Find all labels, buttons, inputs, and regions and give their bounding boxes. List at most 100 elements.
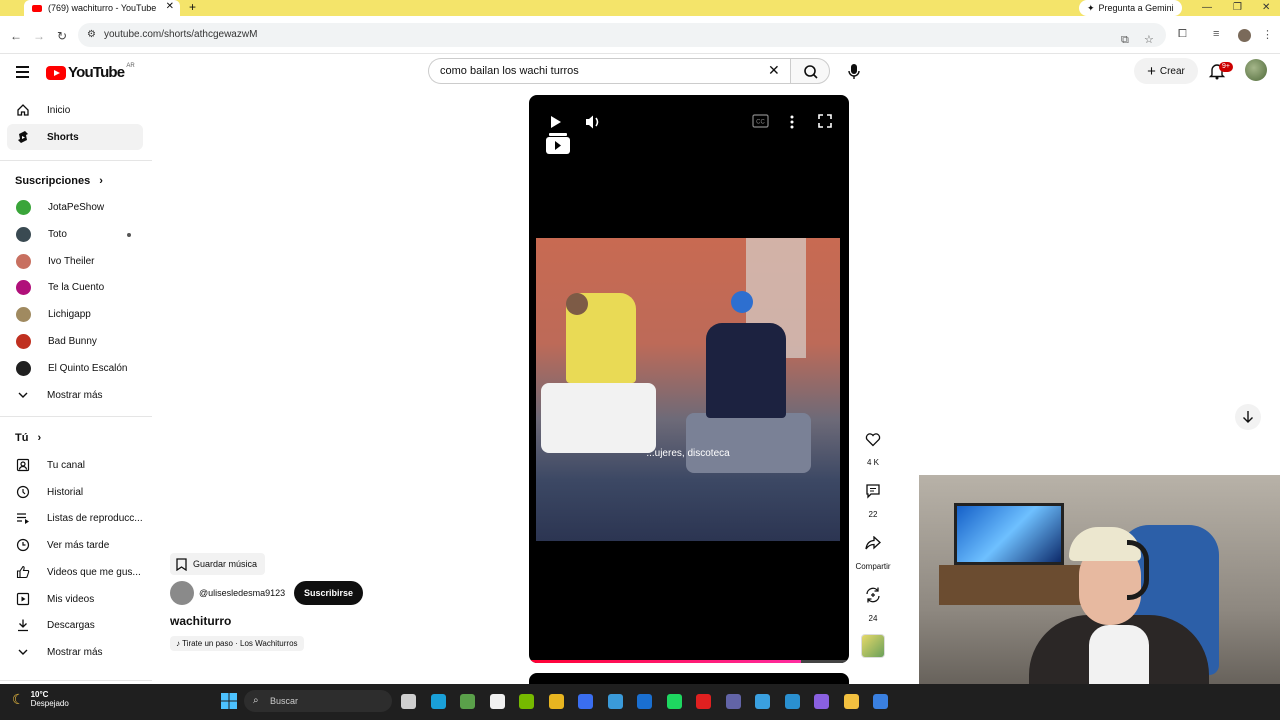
country-code: AR: [126, 62, 135, 69]
chrome-icon[interactable]: [548, 694, 564, 709]
plus-icon: +: [1147, 62, 1156, 80]
sidebar-item-descargas[interactable]: Descargas: [7, 612, 143, 638]
copilot-icon[interactable]: [814, 694, 829, 709]
browser-profile-avatar[interactable]: [1238, 29, 1251, 42]
windows-start-icon[interactable]: [221, 693, 237, 709]
clear-search-icon[interactable]: ✕: [768, 63, 780, 77]
playlists-icon: [16, 511, 30, 525]
sidebar-item-videos-que-me-gustan[interactable]: Videos que me gus...: [7, 559, 143, 585]
comments-button[interactable]: 22: [856, 476, 890, 519]
outlook-icon[interactable]: [637, 694, 652, 709]
forward-icon[interactable]: →: [33, 29, 45, 43]
youtube-logo[interactable]: YouTube AR: [46, 62, 135, 81]
sidebar-item-shorts[interactable]: Shorts: [7, 124, 143, 150]
shorts-icon: [16, 130, 30, 144]
store-icon[interactable]: [873, 694, 888, 709]
url-bar[interactable]: ⚙ youtube.com/shorts/athcgewazwM ⧉ ☆: [78, 23, 1166, 47]
minimize-icon[interactable]: —: [1202, 0, 1212, 15]
tab-close-icon[interactable]: ✕: [166, 1, 174, 12]
sidebar-item-historial[interactable]: Historial: [7, 479, 143, 505]
nvidia-icon[interactable]: [519, 694, 534, 709]
minecraft-icon[interactable]: [460, 694, 475, 709]
teams-icon[interactable]: [725, 694, 741, 709]
notepad-icon[interactable]: [607, 694, 623, 709]
sidebar-item-mis-videos[interactable]: Mis videos: [7, 586, 143, 612]
reload-icon[interactable]: ↻: [57, 29, 67, 43]
save-music-button[interactable]: Guardar música: [170, 553, 266, 575]
extensions-icon[interactable]: ⧠: [1178, 28, 1187, 41]
subscribe-button[interactable]: Suscribirse: [294, 581, 363, 605]
sidebar-item-label: Mostrar más: [47, 646, 103, 658]
browser-menu-icon[interactable]: ⋮: [1262, 28, 1273, 41]
account-avatar[interactable]: [1245, 59, 1267, 81]
sidebar-item-jotapeshow[interactable]: JotaPeShow: [7, 194, 143, 220]
video-progress-bar[interactable]: [529, 660, 849, 663]
volume-icon[interactable]: [585, 114, 603, 130]
create-button[interactable]: + Crear: [1134, 58, 1198, 84]
video-caption: ...ujeres, discoteca: [646, 448, 730, 459]
next-short-button[interactable]: [1235, 404, 1261, 430]
address-bar-row: ← → ↻ ⚙ youtube.com/shorts/athcgewazwM ⧉…: [0, 16, 1280, 54]
like-button[interactable]: 4 K: [856, 424, 890, 467]
new-tab-button[interactable]: +: [189, 0, 196, 15]
edge-icon[interactable]: [430, 694, 446, 709]
sidebar-item-ivo-theiler[interactable]: Ivo Theiler: [7, 248, 143, 274]
back-icon[interactable]: ←: [10, 29, 22, 43]
subscriptions-show-more[interactable]: Mostrar más: [7, 382, 143, 408]
search-icon: [804, 65, 818, 79]
bookmark-star-icon[interactable]: ☆: [1144, 28, 1154, 52]
subscriptions-header[interactable]: Suscripciones ›: [15, 175, 103, 187]
sidebar: Inicio Shorts Suscripciones › JotaPeShow…: [0, 96, 152, 684]
sidebar-item-lichigapp[interactable]: Lichigapp: [7, 301, 143, 327]
fullscreen-icon[interactable]: [818, 114, 832, 128]
explorer-icon[interactable]: [843, 694, 859, 709]
taskbar-search-input[interactable]: ⌕ Buscar: [244, 690, 392, 712]
browser-tab[interactable]: (769) wachiturro - YouTube ✕: [24, 0, 180, 16]
windows-taskbar: ☾ 10°C Despejado ⌕ Buscar: [0, 684, 1280, 720]
task-view-icon[interactable]: [401, 694, 416, 709]
svg-text:CC: CC: [756, 120, 765, 126]
weather-widget[interactable]: ☾ 10°C Despejado: [12, 690, 69, 708]
sidebar-item-toto[interactable]: Toto: [7, 221, 143, 247]
voice-search-button[interactable]: [841, 58, 867, 84]
capcut-icon[interactable]: [489, 694, 505, 709]
sidebar-item-label: Inicio: [47, 104, 71, 116]
sidebar-item-listas[interactable]: Listas de reproducc...: [7, 505, 143, 531]
app-icon[interactable]: [755, 694, 770, 709]
opera-icon[interactable]: [696, 694, 711, 709]
site-info-icon[interactable]: ⚙: [87, 23, 96, 47]
sidebar-item-el-quinto-escalon[interactable]: El Quinto Escalón: [7, 355, 143, 381]
sidebar-item-inicio[interactable]: Inicio: [7, 97, 143, 123]
play-icon[interactable]: [549, 115, 563, 129]
gemini-button[interactable]: ✦ Pregunta a Gemini: [1079, 0, 1182, 16]
share-button[interactable]: Compartir: [852, 528, 894, 571]
url-text: youtube.com/shorts/athcgewazwM: [104, 29, 258, 40]
sound-thumbnail[interactable]: [861, 634, 885, 658]
sidebar-item-te-la-cuento[interactable]: Te la Cuento: [7, 274, 143, 300]
closed-captions-icon[interactable]: CC: [752, 114, 769, 128]
search-button[interactable]: [790, 58, 830, 84]
you-header[interactable]: Tú ›: [15, 432, 41, 444]
sidebar-item-ver-mas-tarde[interactable]: Ver más tarde: [7, 532, 143, 558]
menu-icon[interactable]: [16, 66, 29, 81]
app2-icon[interactable]: [784, 694, 800, 709]
sidebar-item-tu-canal[interactable]: Tu canal: [7, 452, 143, 478]
window-close-icon[interactable]: ✕: [1262, 0, 1270, 15]
remix-button[interactable]: 24: [856, 580, 890, 623]
search-input[interactable]: como bailan los wachi turros: [428, 58, 790, 84]
more-options-icon[interactable]: [789, 114, 795, 130]
channel-name[interactable]: @ulisesledesma9123: [199, 588, 285, 598]
spotify-icon[interactable]: [666, 694, 682, 709]
shorts-player[interactable]: CC ...ujeres, discoteca: [529, 95, 849, 663]
channel-avatar[interactable]: [170, 581, 194, 605]
sidebar-item-label: Descargas: [47, 619, 95, 631]
ea-icon[interactable]: [578, 694, 593, 709]
media-controls-icon[interactable]: ≡: [1213, 28, 1219, 40]
sound-chip[interactable]: ♪ Tirate un paso · Los Wachiturros: [170, 636, 304, 651]
sidebar-item-bad-bunny[interactable]: Bad Bunny: [7, 328, 143, 354]
short-title[interactable]: wachiturro: [170, 614, 231, 628]
restore-icon[interactable]: ❐: [1233, 0, 1242, 15]
you-show-more[interactable]: Mostrar más: [7, 639, 143, 665]
install-app-icon[interactable]: ⧉: [1121, 28, 1129, 52]
notifications-badge: 9+: [1219, 62, 1233, 72]
